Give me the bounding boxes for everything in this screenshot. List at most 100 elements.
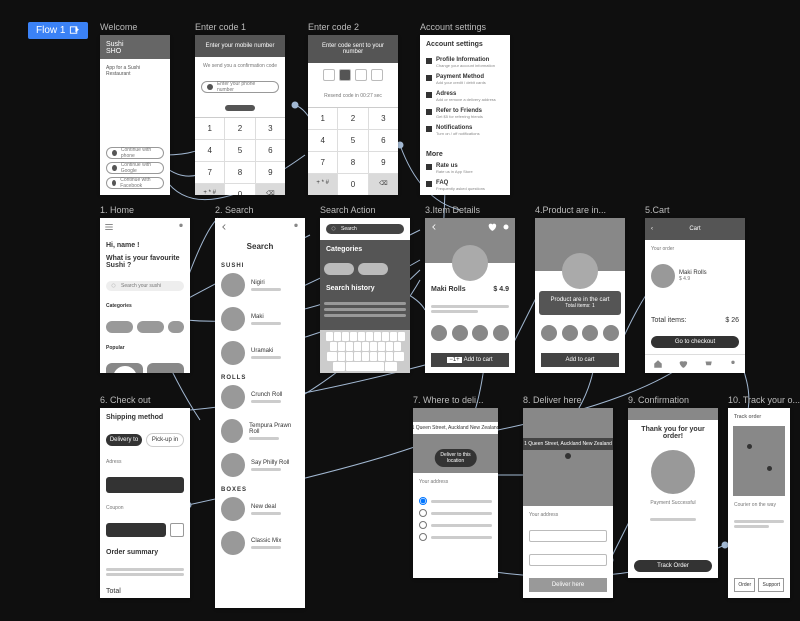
screen-where-deliver[interactable]: 7. Where to deli... 1 Queen Street, Auck…	[413, 395, 498, 578]
keypad-key[interactable]: ⌫	[369, 174, 398, 195]
address-radio[interactable]	[419, 521, 427, 529]
back-icon[interactable]	[219, 222, 229, 232]
screen-checkout[interactable]: 6. Check out Shipping method Delivery to…	[100, 395, 190, 598]
flow-tag[interactable]: Flow 1	[28, 22, 88, 39]
list-item[interactable]: Classic Mix	[221, 531, 299, 555]
settings-item[interactable]: AdressAdd or remove a delivery address	[426, 88, 504, 105]
keypad-key[interactable]: 0	[338, 174, 367, 195]
keypad-key[interactable]: 6	[256, 140, 285, 161]
popular-item[interactable]	[106, 363, 143, 373]
list-item[interactable]: Tempura Prawn Roll	[221, 419, 299, 443]
keypad-key[interactable]: 5	[225, 140, 254, 161]
phone-input[interactable]: Enter your phone number	[201, 81, 279, 93]
continue-google-button[interactable]: Continue with Google	[106, 162, 164, 174]
back-icon[interactable]: ‹	[651, 226, 653, 232]
list-item[interactable]: Maki	[221, 307, 299, 331]
address-radio[interactable]	[419, 497, 427, 505]
address-input[interactable]	[529, 530, 607, 542]
track-order-button[interactable]: Track Order	[634, 560, 712, 572]
keypad-key[interactable]: 2	[225, 118, 254, 139]
deliver-location-button[interactable]: Deliver to this location	[434, 449, 477, 467]
settings-item[interactable]: Profile InformationChange your account i…	[426, 54, 504, 71]
screen-account-settings[interactable]: Account settings Account settings Profil…	[420, 22, 510, 195]
code-digit[interactable]	[355, 69, 367, 81]
settings-item[interactable]: FAQFrequently asked questions	[426, 177, 504, 194]
code-digit[interactable]	[323, 69, 335, 81]
keypad-key[interactable]: 5	[338, 130, 367, 151]
search-input[interactable]: Search your sushi	[106, 281, 184, 291]
support-button[interactable]: Support	[758, 578, 784, 592]
screen-search[interactable]: 2. Search Search SUSHINigiriMakiUramakiR…	[215, 205, 305, 608]
keypad-key[interactable]: 7	[195, 162, 224, 183]
list-item[interactable]: New deal	[221, 497, 299, 521]
send-code-button[interactable]	[225, 105, 255, 111]
list-item[interactable]: Nigiri	[221, 273, 299, 297]
settings-item[interactable]: Rate usRate us in App Store	[426, 160, 504, 177]
user-icon[interactable]	[291, 222, 301, 232]
keypad-key[interactable]: 3	[256, 118, 285, 139]
keypad-key[interactable]: 6	[369, 130, 398, 151]
settings-item[interactable]: Refer to FriendsGet $5 for referring fri…	[426, 105, 504, 122]
screen-search-action[interactable]: Search Action Search Categories Search h…	[320, 205, 410, 373]
keypad-key[interactable]: 7	[308, 152, 337, 173]
screen-enter-code-2[interactable]: Enter code 2 Enter code sent to your num…	[308, 22, 398, 195]
screen-item-details[interactable]: 3.Item Details Maki Rolls$ 4.9 −1+Add to…	[425, 205, 515, 373]
screen-welcome[interactable]: Welcome Sushi SHO App for a Sushi Restau…	[100, 22, 170, 195]
screen-enter-code-1[interactable]: Enter code 1 Enter your mobile number We…	[195, 22, 285, 195]
screen-track-order[interactable]: 10. Track your o...Track orderCourier on…	[728, 395, 800, 598]
checkout-button[interactable]: Go to checkout	[651, 336, 739, 348]
list-item[interactable]: Uramaki	[221, 341, 299, 365]
coupon-input[interactable]	[106, 523, 166, 537]
category-chip[interactable]	[106, 321, 133, 333]
keypad-key[interactable]: 1	[308, 108, 337, 129]
keypad-key[interactable]: 9	[369, 152, 398, 173]
category-chip[interactable]	[168, 321, 184, 333]
keypad-key[interactable]: 2	[338, 108, 367, 129]
screen-confirmation[interactable]: 9. Confirmation Thank you for your order…	[628, 395, 718, 578]
screen-cart[interactable]: 5.Cart ‹Cart Your order Maki Rolls$ 4.9 …	[645, 205, 745, 373]
keypad-key[interactable]: + * #	[308, 174, 337, 195]
heart-icon[interactable]	[487, 222, 497, 232]
continue-phone-button[interactable]: Continue with phone	[106, 147, 164, 159]
keyboard[interactable]	[320, 330, 410, 373]
list-item[interactable]: Say Philly Roll	[221, 453, 299, 477]
delivery-toggle[interactable]: Delivery to	[106, 434, 142, 446]
screen-product-added[interactable]: 4.Product are in... Product are in the c…	[535, 205, 625, 373]
settings-item[interactable]: Payment MethodAdd your credit / debit ca…	[426, 71, 504, 88]
search-input[interactable]: Search	[326, 224, 404, 234]
code-digit[interactable]	[371, 69, 383, 81]
screen-deliver-here[interactable]: 8. Deliver here 1 Queen Street, Auckland…	[523, 395, 613, 598]
category-chip[interactable]	[137, 321, 164, 333]
keypad-key[interactable]: 1	[195, 118, 224, 139]
user-icon[interactable]	[176, 222, 186, 232]
user-icon[interactable]	[728, 359, 738, 369]
settings-item[interactable]: LogoutLog out of your account	[426, 194, 504, 195]
keypad-key[interactable]: 3	[369, 108, 398, 129]
cart-icon[interactable]	[703, 359, 713, 369]
keypad-key[interactable]: 8	[338, 152, 367, 173]
keypad-key[interactable]: ⌫	[256, 184, 285, 195]
address-radio[interactable]	[419, 509, 427, 517]
order-button[interactable]: Order	[734, 578, 755, 592]
deliver-here-button[interactable]: Deliver here	[529, 578, 607, 592]
address-input[interactable]	[529, 554, 607, 566]
popular-item[interactable]	[147, 363, 184, 373]
continue-facebook-button[interactable]: Continue with Facebook	[106, 177, 164, 189]
pickup-toggle[interactable]: Pick-up in	[146, 433, 184, 447]
menu-icon[interactable]	[104, 222, 114, 232]
code-digit[interactable]	[339, 69, 351, 81]
home-icon[interactable]	[653, 359, 663, 369]
keypad-key[interactable]: 9	[256, 162, 285, 183]
list-item[interactable]: Crunch Roll	[221, 385, 299, 409]
back-icon[interactable]	[429, 222, 439, 232]
heart-icon[interactable]	[678, 359, 688, 369]
keypad-key[interactable]: 4	[308, 130, 337, 151]
keypad-key[interactable]: 8	[225, 162, 254, 183]
keypad-key[interactable]: + * #	[195, 184, 224, 195]
cart-icon[interactable]	[501, 222, 511, 232]
add-to-cart-button[interactable]: −1+Add to cart	[431, 353, 509, 367]
apply-coupon-button[interactable]	[170, 523, 184, 537]
address-radio[interactable]	[419, 533, 427, 541]
keypad-key[interactable]: 4	[195, 140, 224, 161]
screen-home[interactable]: 1. Home Hi, name ! What is your favourit…	[100, 205, 190, 373]
